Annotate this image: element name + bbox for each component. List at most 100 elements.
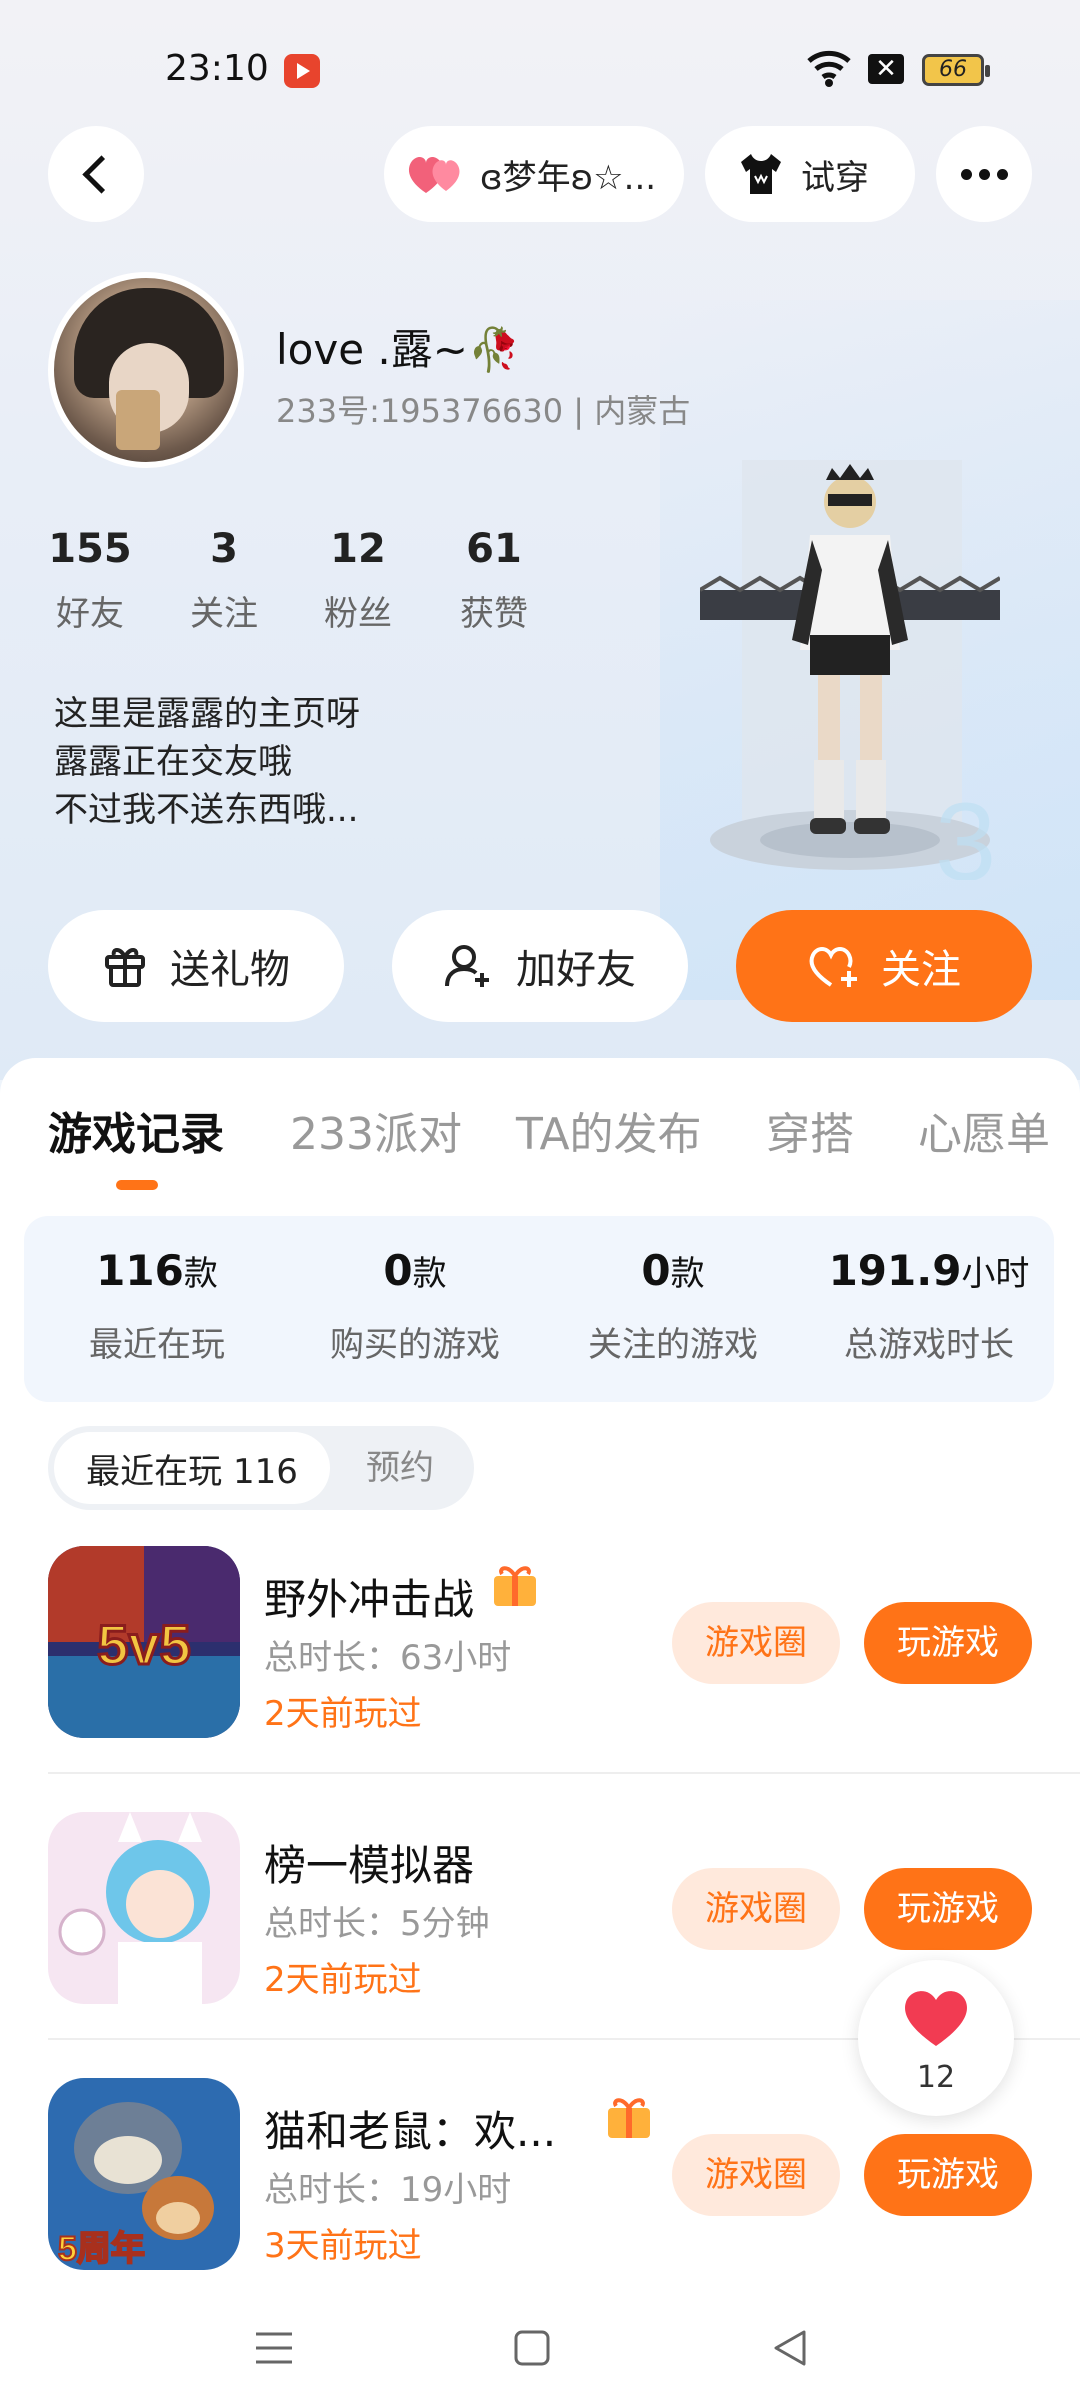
- more-dot: [960, 168, 972, 180]
- double-heart-icon: [408, 156, 460, 193]
- game-circle-button[interactable]: 游戏圈: [672, 1868, 840, 1950]
- svg-text:5v5: 5v5: [97, 1613, 190, 1676]
- heart-plus-icon: [809, 947, 857, 987]
- summary-value: 0: [383, 1246, 413, 1295]
- follow-label: 关注: [881, 947, 961, 993]
- segment-reservations[interactable]: 预约: [366, 1426, 434, 1510]
- more-dot: [996, 168, 1008, 180]
- tab-posts[interactable]: TA的发布: [516, 1098, 702, 1162]
- game-last-played: 2天前玩过: [264, 1960, 422, 2000]
- more-button[interactable]: [936, 126, 1032, 222]
- nickname-badge-label: ɞ梦年ʚ☆...: [480, 157, 657, 198]
- tshirt-icon: [741, 154, 781, 194]
- game-icon-5v5[interactable]: 5v5: [48, 1546, 240, 1738]
- stat-label: 关注: [190, 594, 258, 634]
- game-duration: 总时长：5分钟: [264, 1904, 490, 1944]
- stat-value: 61: [466, 526, 522, 572]
- add-friend-button[interactable]: 加好友: [392, 910, 688, 1022]
- summary-label: 购买的游戏: [330, 1325, 500, 1365]
- game-last-played: 3天前玩过: [264, 2226, 422, 2266]
- wifi-icon: [807, 50, 851, 87]
- summary-unit: 小时: [961, 1254, 1030, 1294]
- avatar-3d-figure[interactable]: 3: [700, 440, 1000, 880]
- status-time: 23:10: [165, 48, 269, 89]
- like-float-button[interactable]: 12: [858, 1960, 1014, 2116]
- game-name: 猫和老鼠：欢...: [264, 2107, 557, 2156]
- tab-indicator: [116, 1180, 158, 1190]
- summary-followed[interactable]: 0款 关注的游戏: [548, 1246, 798, 1366]
- system-navigation-bar: [0, 2290, 1080, 2400]
- back-button[interactable]: [48, 126, 144, 222]
- stat-following[interactable]: 3 关注: [178, 526, 270, 635]
- send-gift-label: 送礼物: [170, 947, 290, 993]
- more-dot: [978, 168, 990, 180]
- screen-record-icon: [284, 54, 320, 88]
- segment-recent-playing[interactable]: 最近在玩 116: [54, 1432, 330, 1504]
- username: love .露~🥀: [276, 325, 521, 374]
- add-user-icon: [445, 945, 489, 987]
- game-icon-anime-girl[interactable]: [48, 1812, 240, 2004]
- play-game-button[interactable]: 玩游戏: [864, 1602, 1032, 1684]
- bio-line: 这里是露露的主页呀: [54, 694, 360, 734]
- game-duration: 总时长：63小时: [264, 1638, 512, 1678]
- chevron-left-icon: [81, 154, 121, 194]
- tab-wishlist[interactable]: 心愿单: [918, 1098, 1050, 1162]
- gift-badge-icon: [608, 2098, 650, 2138]
- summary-recent[interactable]: 116款 最近在玩: [32, 1246, 282, 1366]
- send-gift-button[interactable]: 送礼物: [48, 910, 344, 1022]
- summary-label: 总游戏时长: [844, 1325, 1014, 1365]
- status-bar: 23:10 ✕ 66: [0, 0, 1080, 140]
- try-on-label: 试穿: [801, 157, 869, 198]
- avatar[interactable]: [48, 272, 244, 468]
- like-count: 12: [916, 2060, 956, 2095]
- summary-value: 191.9: [828, 1246, 962, 1295]
- gift-badge-icon: [494, 1566, 536, 1606]
- battery-icon: 66: [922, 54, 990, 86]
- bio-line: 露露正在交友哦: [54, 742, 292, 782]
- tab-233-party[interactable]: 233派对: [290, 1098, 462, 1162]
- stat-label: 粉丝: [324, 594, 392, 634]
- game-name: 榜一模拟器: [264, 1841, 475, 1890]
- summary-unit: 款: [183, 1254, 218, 1294]
- game-duration: 总时长：19小时: [264, 2170, 512, 2210]
- tab-game-records[interactable]: 游戏记录: [48, 1098, 224, 1162]
- follow-button[interactable]: 关注: [736, 910, 1032, 1022]
- play-game-button[interactable]: 玩游戏: [864, 1868, 1032, 1950]
- back-triangle-icon[interactable]: [772, 2328, 808, 2368]
- try-on-button[interactable]: 试穿: [705, 126, 915, 222]
- bio-line: 不过我不送东西哦...: [54, 790, 359, 830]
- divider: [48, 1772, 1080, 1774]
- menu-icon[interactable]: [254, 2330, 294, 2366]
- summary-value: 0: [641, 1246, 671, 1295]
- play-game-button[interactable]: 玩游戏: [864, 2134, 1032, 2216]
- game-icon-tom-and-jerry[interactable]: 5周年: [48, 2078, 240, 2270]
- notification-x-icon: ✕: [868, 54, 904, 84]
- profile-tabs: 游戏记录 233派对 TA的发布 穿搭 心愿单: [0, 1058, 1080, 1188]
- summary-value: 116: [96, 1246, 184, 1295]
- game-circle-button[interactable]: 游戏圈: [672, 1602, 840, 1684]
- game-last-played: 2天前玩过: [264, 1694, 422, 1734]
- summary-purchased[interactable]: 0款 购买的游戏: [290, 1246, 540, 1366]
- add-friend-label: 加好友: [516, 947, 636, 993]
- game-circle-button[interactable]: 游戏圈: [672, 2134, 840, 2216]
- stat-friends[interactable]: 155 好友: [44, 526, 136, 635]
- tab-outfits[interactable]: 穿搭: [766, 1098, 854, 1162]
- svg-text:3: 3: [935, 781, 996, 880]
- stat-likes[interactable]: 61 获赞: [448, 526, 540, 635]
- list-item[interactable]: 5v5 野外冲击战 总时长：63小时 2天前玩过 游戏圈 玩游戏: [0, 1546, 1080, 1806]
- stat-value: 12: [330, 526, 386, 572]
- home-square-icon[interactable]: [514, 2330, 550, 2366]
- summary-total-time[interactable]: 191.9小时 总游戏时长: [804, 1246, 1054, 1366]
- stat-fans[interactable]: 12 粉丝: [312, 526, 404, 635]
- user-id-location: 233号:195376630 | 内蒙古: [276, 392, 691, 430]
- summary-unit: 款: [412, 1254, 447, 1294]
- stat-value: 155: [48, 526, 132, 572]
- nickname-badge-button[interactable]: ɞ梦年ʚ☆...: [384, 126, 684, 222]
- stat-label: 获赞: [460, 594, 528, 634]
- summary-label: 最近在玩: [89, 1325, 225, 1365]
- recent-segment-control: 最近在玩 116 预约: [48, 1426, 474, 1510]
- heart-icon: [905, 1991, 967, 2046]
- game-summary: 116款 最近在玩 0款 购买的游戏 0款 关注的游戏 191.9小时 总游戏时…: [24, 1216, 1054, 1402]
- stat-value: 3: [210, 526, 238, 572]
- bio: 这里是露露的主页呀 露露正在交友哦 不过我不送东西哦...: [54, 690, 360, 834]
